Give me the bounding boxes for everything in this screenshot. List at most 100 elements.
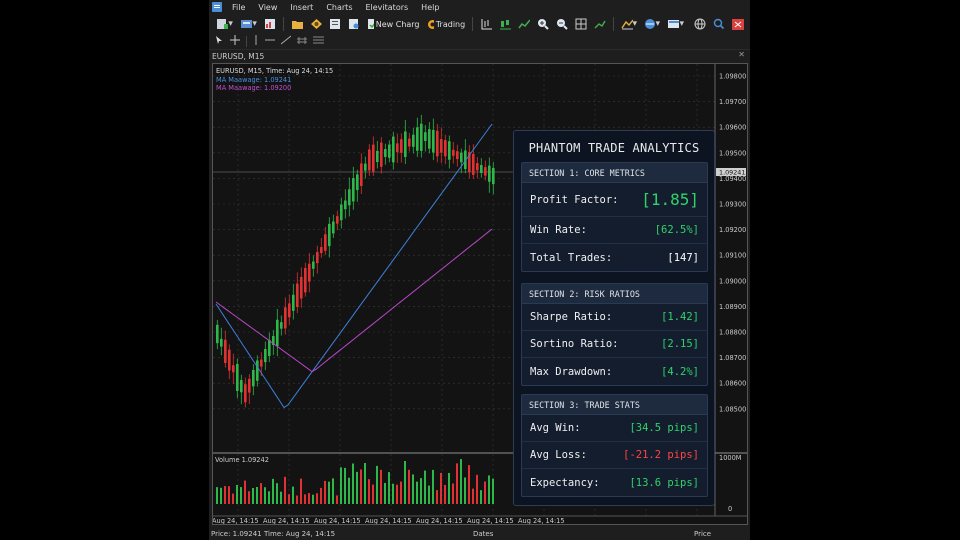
- data-window-icon[interactable]: [346, 16, 362, 32]
- time-axis-label: Aug 24, 14:15: [365, 517, 412, 524]
- candle-body: [324, 234, 327, 251]
- volume-tick-label: 0: [728, 505, 732, 513]
- candle-body: [284, 307, 287, 329]
- volume-bar: [236, 484, 238, 504]
- main-toolbar: ▾ ▾ New Charg Trading ▾ ▾ ▾: [209, 14, 750, 34]
- globe-icon[interactable]: [692, 16, 708, 32]
- line-chart-icon[interactable]: [516, 16, 532, 32]
- price-tick-label: 1.09000: [719, 277, 746, 285]
- max-drawdown-value: [4.2%]: [661, 365, 699, 378]
- time-axis-label: Aug 24, 14:15: [518, 517, 565, 524]
- volume-bar: [340, 467, 342, 504]
- volume-bar: [300, 478, 302, 504]
- volume-bar: [332, 478, 334, 504]
- channel-icon[interactable]: [297, 35, 307, 48]
- volume-bar: [408, 469, 410, 504]
- candle-body: [268, 340, 271, 356]
- volume-bar: [484, 481, 486, 504]
- metric-row-expectancy: Expectancy: [13.6 pips]: [522, 469, 707, 496]
- volume-bar: [232, 493, 234, 504]
- volume-bar: [272, 478, 274, 504]
- win-rate-value: [62.5%]: [654, 224, 699, 236]
- candle-body: [252, 369, 255, 387]
- trading-label: Trading: [435, 19, 466, 29]
- volume-bar: [296, 495, 298, 504]
- chart-area[interactable]: 1.09800 1.09700 1.09600 1.09500 1.09400 1.093…: [212, 63, 748, 525]
- volume-bar: [260, 483, 262, 504]
- menu-help[interactable]: Help: [415, 3, 446, 12]
- cursor-icon[interactable]: [215, 35, 224, 48]
- volume-bar: [308, 493, 310, 504]
- candle-body: [280, 322, 283, 329]
- candle-body: [348, 189, 351, 206]
- auto-scroll-icon[interactable]: [592, 16, 608, 32]
- open-folder-icon[interactable]: [289, 16, 305, 32]
- candle-body: [384, 149, 387, 157]
- sharpe-value: [1.42]: [661, 311, 699, 323]
- volume-bar: [304, 494, 306, 504]
- ma-fast-label: MA Maawage: 1.09241: [216, 75, 292, 84]
- candle-body: [388, 144, 391, 158]
- volume-bar: [404, 461, 406, 504]
- time-axis-label: Aug 24, 14:15: [213, 517, 259, 524]
- ma-slow-label: MA Maawage: 1.09200: [216, 84, 292, 92]
- metric-label: Profit Factor:: [530, 193, 619, 206]
- objects-icon[interactable]: ▾: [642, 16, 662, 32]
- profiles-icon[interactable]: ▾: [238, 16, 259, 32]
- volume-bar: [348, 477, 350, 504]
- candle-body: [228, 349, 231, 371]
- volume-bar: [476, 474, 478, 504]
- menu-charts[interactable]: Charts: [320, 3, 359, 12]
- time-axis-label: Aug 24, 14:15: [314, 517, 361, 524]
- price-tick-label: 1.08900: [719, 303, 746, 311]
- volume-bar: [488, 475, 490, 504]
- volume-bar: [396, 484, 398, 504]
- zoom-in-icon[interactable]: [535, 16, 551, 32]
- crosshair-icon[interactable]: [230, 35, 240, 48]
- candle-body: [416, 127, 419, 151]
- new-order-button[interactable]: New Charg: [365, 16, 422, 32]
- volume-bar: [452, 483, 454, 504]
- templates-icon[interactable]: ▾: [665, 16, 686, 32]
- candlestick-icon[interactable]: [497, 16, 513, 32]
- phantom-trade-analytics-panel: PHANTOM TRADE ANALYTICS SECTION 1: CORE …: [513, 130, 715, 506]
- candle-body: [380, 142, 383, 167]
- tile-windows-icon[interactable]: [573, 16, 589, 32]
- section-trade-stats: SECTION 3: TRADE STATS Avg Win: [34.5 pi…: [521, 394, 708, 497]
- close-icon[interactable]: ✕: [738, 50, 745, 59]
- indicators-icon[interactable]: ▾: [619, 16, 639, 32]
- search-icon[interactable]: [711, 16, 727, 32]
- trading-button[interactable]: Trading: [425, 16, 468, 32]
- market-watch-icon[interactable]: [327, 16, 343, 32]
- toolbar-separator: [246, 36, 247, 47]
- price-tick-label: 1.09200: [719, 226, 746, 234]
- candle-body: [332, 221, 335, 234]
- zoom-out-icon[interactable]: [554, 16, 570, 32]
- candle-body: [352, 178, 355, 202]
- candle-body: [224, 339, 227, 363]
- new-chart-icon[interactable]: ▾: [214, 16, 235, 32]
- menu-file[interactable]: File: [226, 3, 252, 12]
- volume-bar: [244, 480, 246, 504]
- menu-insert[interactable]: Insert: [284, 3, 320, 12]
- candle-body: [420, 123, 423, 151]
- fibonacci-icon[interactable]: [313, 35, 324, 48]
- horizontal-line-icon[interactable]: [265, 35, 275, 48]
- status-price: Price: 1.09241: [211, 529, 262, 538]
- vertical-line-icon[interactable]: [253, 35, 259, 48]
- trendline-icon[interactable]: [280, 35, 292, 48]
- candle-body: [288, 303, 291, 318]
- bar-chart-icon[interactable]: [478, 16, 494, 32]
- chart-window-icon[interactable]: [262, 16, 278, 32]
- navigator-icon[interactable]: [308, 16, 324, 32]
- menu-view[interactable]: View: [252, 3, 284, 12]
- volume-bar: [252, 487, 254, 504]
- menu-elevitators[interactable]: Elevitators: [359, 3, 415, 12]
- candle-body: [216, 324, 219, 344]
- metric-label: Avg Win:: [530, 422, 581, 434]
- candle-body: [408, 138, 411, 147]
- candle-body: [428, 129, 431, 149]
- candle-body: [260, 359, 263, 367]
- close-toolbar-icon[interactable]: [730, 16, 746, 32]
- price-tick-label: 1.09700: [719, 98, 746, 106]
